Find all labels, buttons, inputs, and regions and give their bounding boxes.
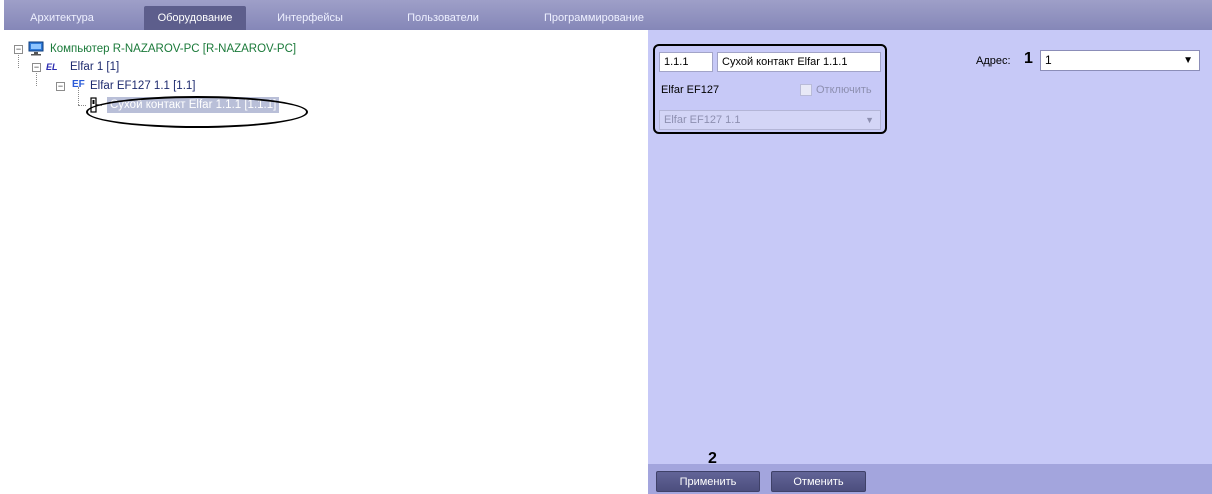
tab-programming[interactable]: Программирование — [529, 6, 659, 30]
chevron-down-icon[interactable]: ▼ — [1183, 51, 1193, 70]
disable-checkbox[interactable] — [800, 84, 812, 96]
hardware-tree: − Компьютер R-NAZAROV-PC [R-NAZAROV-PC] … — [0, 30, 648, 494]
tab-interfaces[interactable]: Интерфейсы — [262, 6, 358, 30]
collapse-toggle[interactable]: − — [14, 45, 23, 54]
address-label: Адрес: — [976, 55, 1011, 67]
cancel-button[interactable]: Отменить — [771, 471, 866, 492]
collapse-toggle[interactable]: − — [32, 63, 41, 72]
object-name-field[interactable]: Сухой контакт Elfar 1.1.1 — [717, 52, 881, 72]
tree-item-module[interactable]: Elfar EF127 1.1 [1.1] — [90, 78, 195, 94]
tab-architecture[interactable]: Архитектура — [14, 6, 110, 30]
tree-item-computer[interactable]: Компьютер R-NAZAROV-PC [R-NAZAROV-PC] — [50, 41, 296, 57]
apply-button[interactable]: Применить — [656, 471, 760, 492]
properties-panel: 1.1.1 Сухой контакт Elfar 1.1.1 Elfar EF… — [648, 30, 1212, 467]
disable-label: Отключить — [816, 84, 872, 96]
callout-number-1: 1 — [1024, 50, 1033, 67]
elfar-icon: EL — [46, 62, 58, 72]
tab-users[interactable]: Пользователи — [389, 6, 497, 30]
object-id-field[interactable]: 1.1.1 — [659, 52, 713, 72]
collapse-toggle[interactable]: − — [56, 82, 65, 91]
action-bar: Применить Отменить — [648, 464, 1212, 494]
computer-icon — [28, 41, 44, 56]
parent-device-value: Elfar EF127 1.1 — [664, 114, 741, 126]
tree-connector — [78, 105, 86, 106]
chevron-down-icon: ▼ — [865, 115, 874, 125]
ef-module-icon: EF — [72, 79, 85, 90]
tab-bar: Архитектура Оборудование Интерфейсы Поль… — [4, 0, 1212, 30]
highlight-ellipse — [86, 96, 308, 128]
device-type-label: Elfar EF127 — [661, 84, 720, 96]
address-value: 1 — [1045, 53, 1052, 67]
tree-item-elfar[interactable]: Elfar 1 [1] — [70, 59, 119, 75]
tab-equipment[interactable]: Оборудование — [144, 6, 246, 30]
parent-device-select: Elfar EF127 1.1 ▼ — [659, 110, 881, 130]
object-card: 1.1.1 Сухой контакт Elfar 1.1.1 Elfar EF… — [653, 44, 887, 134]
address-select[interactable]: 1 ▼ — [1040, 50, 1200, 71]
